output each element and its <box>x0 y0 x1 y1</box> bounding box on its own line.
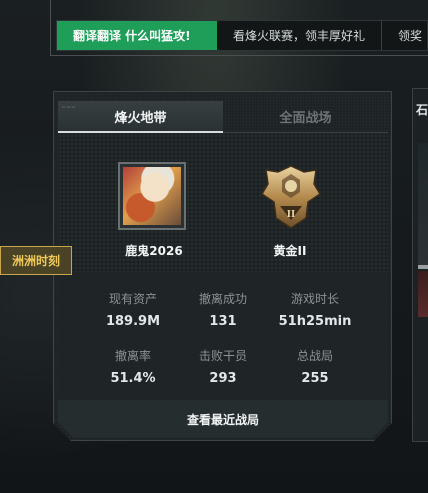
zhouzhou-moment-tag[interactable]: 洲洲时刻 <box>0 246 72 275</box>
tab-quanmian[interactable]: 全面战场 <box>223 101 388 132</box>
stat-label: 总战局 <box>296 349 333 363</box>
ticker-item[interactable]: 看烽火联赛，领丰厚好礼 <box>217 21 383 50</box>
stat-value: 293 <box>209 371 237 386</box>
stat-label: 撤离成功 <box>198 292 247 306</box>
rank-badge-icon: II <box>260 162 322 232</box>
mode-tabs: ▭▭▭ 烽火地带 全面战场 <box>58 101 388 133</box>
right-panel-partial: 石 <box>412 88 428 442</box>
stat-assets: 现有资产 189.9M <box>88 290 178 329</box>
stat-value: 51.4% <box>110 371 156 386</box>
stat-label: 游戏时长 <box>290 292 339 306</box>
tab-fenghuo[interactable]: ▭▭▭ 烽火地带 <box>58 101 223 132</box>
profile-zone <box>58 134 388 272</box>
stats-grid: 现有资产 189.9M 撤离成功 131 游戏时长 51h25min 撤离率 5… <box>58 273 388 399</box>
stat-total-matches: 总战局 255 <box>270 347 360 386</box>
stat-playtime: 游戏时长 51h25min <box>270 290 360 329</box>
stat-value: 189.9M <box>105 314 161 329</box>
tab-label: 烽火地带 <box>114 111 167 126</box>
ticker-item-active[interactable]: 翻译翻译 什么叫猛攻! <box>57 21 217 50</box>
news-ticker: 翻译翻译 什么叫猛攻! 看烽火联赛，领丰厚好礼 领奖 <box>56 20 428 51</box>
tab-label: 全面战场 <box>279 111 332 126</box>
rank-name: 黄金II <box>273 244 307 258</box>
stat-label: 撤离率 <box>114 349 151 363</box>
ticker-item[interactable]: 领奖 <box>382 21 422 50</box>
stat-value: 51h25min <box>278 314 352 329</box>
stat-extract-rate: 撤离率 51.4% <box>88 347 178 386</box>
stat-value: 131 <box>209 314 237 329</box>
right-panel-divider <box>418 265 428 269</box>
tab-deco-mark: ▭▭▭ <box>62 104 77 109</box>
right-panel-image <box>418 143 428 265</box>
stat-kills: 击败干员 293 <box>178 347 268 386</box>
right-panel-image-2 <box>418 271 428 317</box>
player-stats-card: ▭▭▭ 烽火地带 全面战场 鹿鬼2026 II 黄金II 现有资产 189.9M <box>53 91 392 441</box>
right-panel-header-glyph: 石 <box>416 103 428 117</box>
stat-label: 现有资产 <box>108 292 157 306</box>
avatar[interactable] <box>118 162 186 230</box>
recent-matches-button[interactable]: 查看最近战局 <box>58 400 388 438</box>
stat-label: 击败干员 <box>198 349 247 363</box>
stat-value: 255 <box>301 371 329 386</box>
avatar-image <box>123 167 181 225</box>
stat-extract-success: 撤离成功 131 <box>178 290 268 329</box>
player-name: 鹿鬼2026 <box>125 244 183 258</box>
svg-text:II: II <box>287 210 295 220</box>
